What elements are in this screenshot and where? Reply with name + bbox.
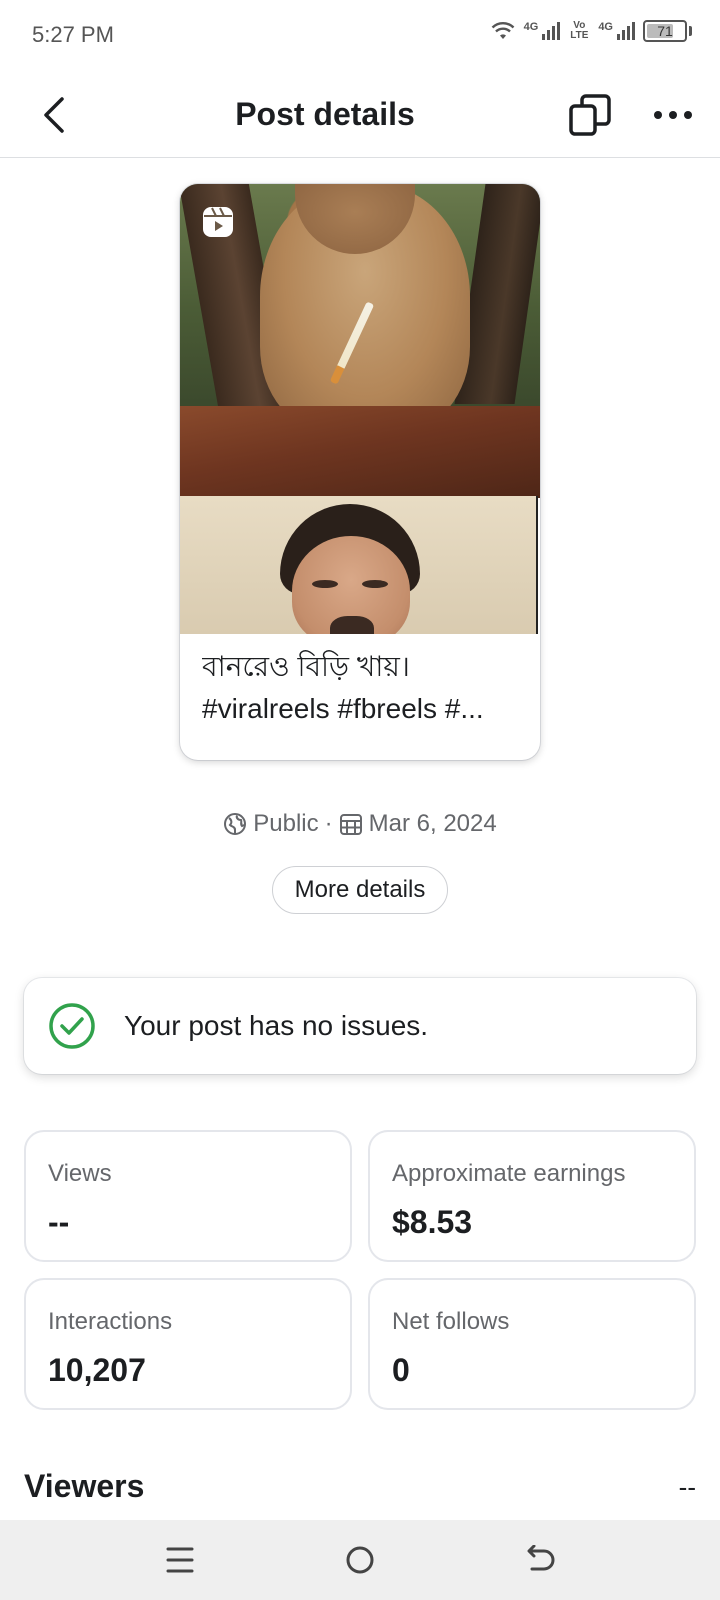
caption-line-2: #viralreels #fbreels #... <box>202 693 484 724</box>
stat-label: Interactions <box>48 1308 173 1335</box>
nav-back-button[interactable] <box>518 1540 562 1580</box>
stat-value: $8.53 <box>392 1204 473 1240</box>
video-frame-top <box>180 184 540 498</box>
viewers-heading: Viewers <box>24 1468 145 1504</box>
globe-icon <box>223 812 247 836</box>
stat-value: 10,207 <box>48 1352 146 1388</box>
header: Post details <box>0 72 720 158</box>
stat-value: -- <box>48 1204 70 1240</box>
post-preview-card[interactable]: বানরেও বিড়ি খায়। #viralreels #fbreels … <box>180 184 540 760</box>
system-nav-bar <box>0 1520 720 1600</box>
stat-net-follows[interactable]: Net follows 0 <box>368 1278 696 1410</box>
copy-icon <box>569 94 611 136</box>
back-arrow-icon <box>527 1545 555 1571</box>
status-icons: 4G Vo LTE 4G 71 <box>490 20 692 42</box>
stat-label: Views <box>48 1160 112 1187</box>
post-date: Mar 6, 2024 <box>368 810 497 837</box>
check-circle-icon <box>49 1003 95 1049</box>
more-button[interactable] <box>648 90 698 140</box>
caption-line-1: বানরেও বিড়ি খায়। <box>202 651 410 682</box>
post-thumbnail[interactable] <box>180 184 540 634</box>
nav-home-button[interactable] <box>338 1540 382 1580</box>
post-meta: Public · Mar 6, 2024 <box>0 810 720 838</box>
reels-icon <box>203 207 233 237</box>
viewers-value: -- <box>678 1472 696 1502</box>
issue-status-text: Your post has no issues. <box>124 1010 429 1041</box>
battery-level: 71 <box>657 23 673 39</box>
home-circle-icon <box>346 1546 374 1574</box>
nav-menu-button[interactable] <box>158 1540 202 1580</box>
stat-views[interactable]: Views -- <box>24 1130 352 1262</box>
volte-label: Vo LTE <box>570 20 589 41</box>
wifi-icon <box>491 22 514 39</box>
battery-icon: 71 <box>643 20 687 42</box>
stat-value: 0 <box>392 1352 410 1388</box>
copy-button[interactable] <box>565 90 615 140</box>
page-title: Post details <box>235 96 415 132</box>
stat-interactions[interactable]: Interactions 10,207 <box>24 1278 352 1410</box>
signal-1-icon: 4G <box>524 22 561 40</box>
calendar-icon <box>339 812 363 836</box>
meta-separator: · <box>324 810 333 837</box>
more-horizontal-icon <box>654 111 692 119</box>
signal-2-icon: 4G <box>598 22 635 40</box>
status-time: 5:27 PM <box>32 22 114 47</box>
video-frame-bottom <box>180 496 538 634</box>
stat-earnings[interactable]: Approximate earnings $8.53 <box>368 1130 696 1262</box>
stat-label: Approximate earnings <box>392 1160 626 1187</box>
post-caption: বানরেও বিড়ি খায়। #viralreels #fbreels … <box>202 646 522 730</box>
issue-status-card: Your post has no issues. <box>24 978 696 1074</box>
privacy-label: Public <box>253 810 319 837</box>
status-bar: 5:27 PM 4G Vo LTE 4G 71 <box>0 0 720 72</box>
more-details-button[interactable]: More details <box>272 866 448 914</box>
stat-label: Net follows <box>392 1308 510 1335</box>
menu-icon <box>166 1547 194 1573</box>
